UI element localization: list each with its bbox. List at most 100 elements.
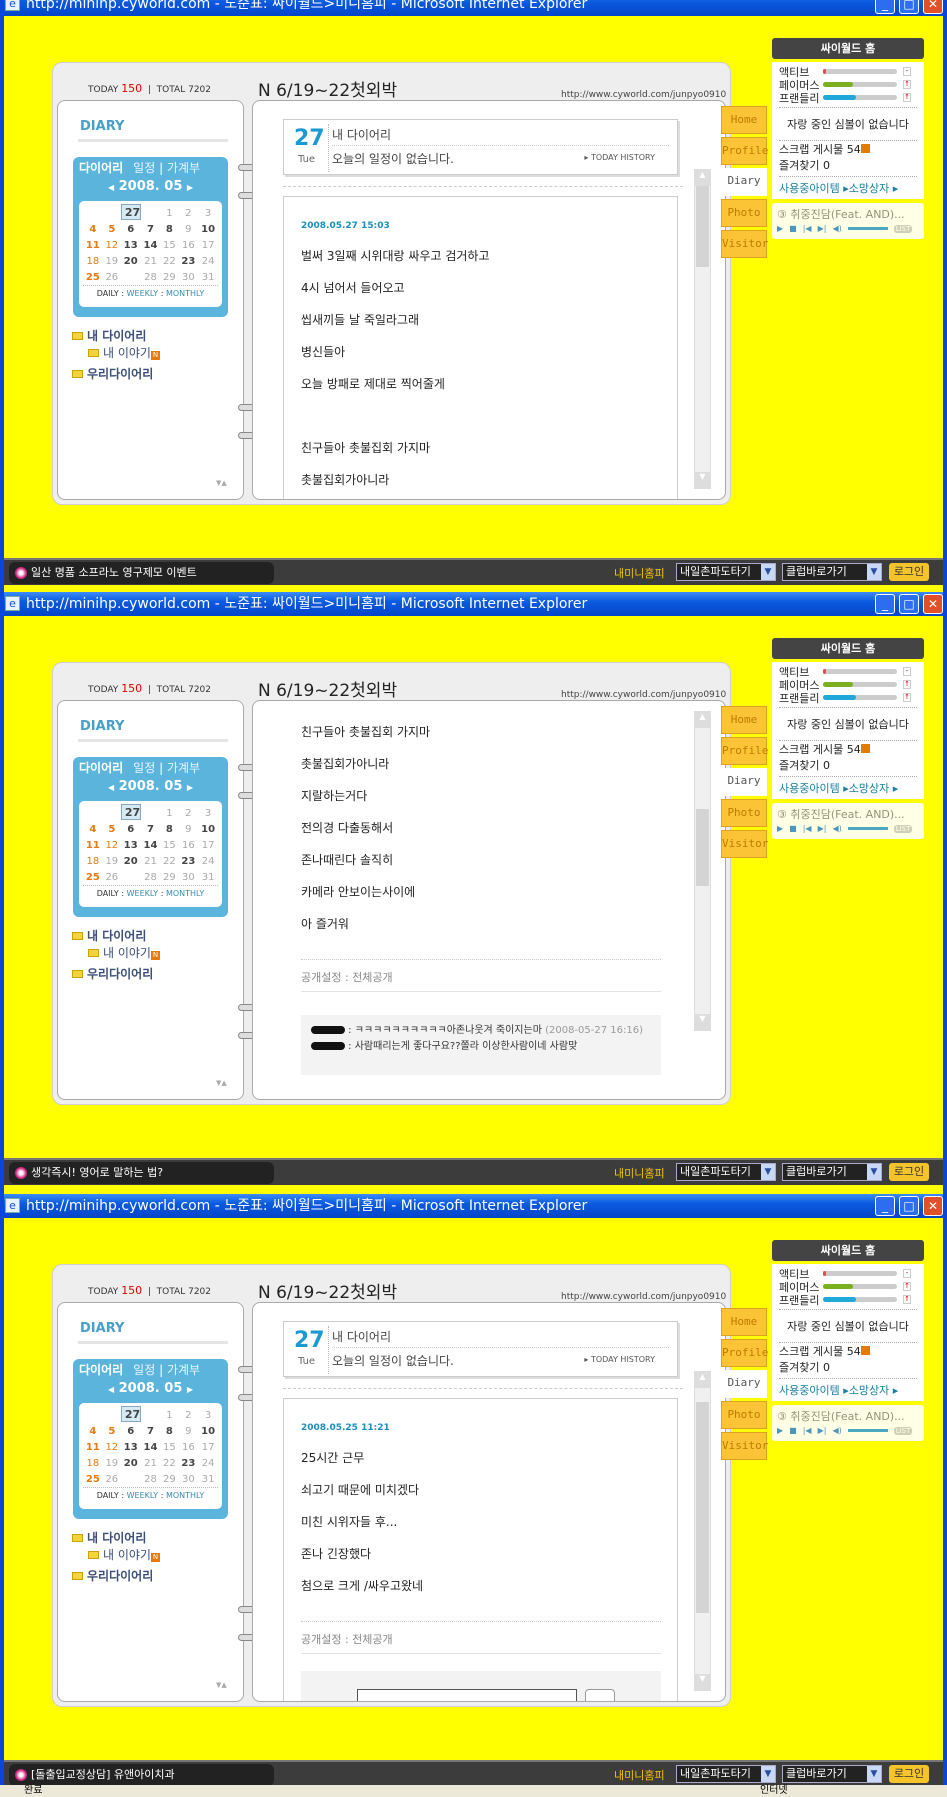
- club-select[interactable]: 클럽바로가기 ▼: [782, 1765, 882, 1783]
- calendar-day[interactable]: 19: [103, 253, 121, 269]
- ilchon-select[interactable]: 내일촌파도타기 ▼: [676, 1163, 776, 1181]
- calendar-day[interactable]: 21: [141, 1455, 161, 1471]
- items-link[interactable]: 사용중아이템 ▸소망상자 ▸: [779, 776, 917, 796]
- stop-icon[interactable]: ■: [789, 1426, 797, 1435]
- calendar-day[interactable]: 19: [103, 1455, 121, 1471]
- tab-visitor[interactable]: Visitor: [721, 1432, 768, 1460]
- tab-photo[interactable]: Photo: [721, 799, 767, 827]
- homepage-url[interactable]: http://www.cyworld.com/junpyo0910: [561, 1292, 726, 1302]
- scroll-down-icon[interactable]: ▼▲: [216, 479, 227, 487]
- prev-month-icon[interactable]: ◀: [108, 783, 114, 792]
- next-month-icon[interactable]: ▶: [187, 183, 193, 192]
- calendar-day[interactable]: 15: [160, 1439, 178, 1455]
- folder-my-story[interactable]: 내 이야기 N: [72, 944, 160, 961]
- scrollbar[interactable]: ▲ ▼: [694, 169, 711, 489]
- calendar-day[interactable]: 27: [120, 1406, 142, 1422]
- calendar-day[interactable]: 10: [198, 1423, 218, 1439]
- cyworld-home-button[interactable]: 싸이월드 홈: [772, 638, 924, 659]
- calendar-day[interactable]: 22: [160, 853, 178, 869]
- calendar-tab-diary[interactable]: 다이어리: [79, 761, 123, 775]
- mode-monthly[interactable]: MONTHLY: [166, 289, 204, 298]
- calendar-day[interactable]: 2: [178, 805, 198, 821]
- calendar-tab-diary[interactable]: 다이어리: [79, 1363, 123, 1377]
- calendar-day[interactable]: 15: [160, 837, 178, 853]
- today-history-link[interactable]: ▸ TODAY HISTORY: [584, 1355, 655, 1364]
- calendar-day[interactable]: 10: [198, 821, 218, 837]
- calendar-day[interactable]: 21: [141, 853, 161, 869]
- calendar-day[interactable]: 6: [121, 1423, 141, 1439]
- next-icon[interactable]: ▶|: [818, 224, 827, 233]
- items-link[interactable]: 사용중아이템 ▸소망상자 ▸: [779, 176, 917, 196]
- scroll-down-icon[interactable]: ▼▲: [216, 1079, 227, 1087]
- calendar-day[interactable]: 17: [198, 837, 218, 853]
- calendar-day[interactable]: 27: [120, 804, 142, 820]
- calendar-day[interactable]: 30: [178, 869, 198, 885]
- scroll-up-icon[interactable]: ▲: [695, 170, 710, 186]
- calendar-day[interactable]: 6: [121, 821, 141, 837]
- ad-banner[interactable]: [돌출입교정상담] 유앤아이치과: [9, 1764, 274, 1786]
- homepage-url[interactable]: http://www.cyworld.com/junpyo0910: [561, 690, 726, 700]
- calendar-day[interactable]: 4: [83, 221, 103, 237]
- folder-our-diary[interactable]: 우리다이어리: [72, 965, 160, 982]
- calendar-tab-budget[interactable]: 가계부: [167, 1363, 200, 1377]
- calendar-day[interactable]: 8: [160, 821, 178, 837]
- scrap-count-row[interactable]: 스크랩 게시물 54: [779, 141, 917, 157]
- calendar-day[interactable]: 1: [160, 205, 178, 221]
- playlist-button[interactable]: LIST: [893, 824, 913, 833]
- tab-profile[interactable]: Profile: [721, 137, 768, 165]
- mode-daily[interactable]: DAILY: [97, 889, 119, 898]
- folder-my-diary[interactable]: 내 다이어리: [72, 1529, 160, 1546]
- calendar-day[interactable]: 9: [178, 821, 198, 837]
- folder-our-diary[interactable]: 우리다이어리: [72, 1567, 160, 1584]
- ilchon-select[interactable]: 내일촌파도타기 ▼: [676, 1765, 776, 1783]
- next-month-icon[interactable]: ▶: [187, 1385, 193, 1394]
- favorites-row[interactable]: 즐겨찾기 0: [779, 757, 917, 773]
- calendar-day[interactable]: 19: [103, 853, 121, 869]
- calendar-day[interactable]: 8: [160, 221, 178, 237]
- scroll-up-icon[interactable]: ▲: [695, 712, 710, 728]
- my-minihompy-link[interactable]: 내미니홈피: [614, 565, 665, 581]
- calendar-day[interactable]: 22: [160, 1455, 178, 1471]
- calendar-day[interactable]: 11: [83, 1439, 103, 1455]
- calendar-tab-diary[interactable]: 다이어리: [79, 161, 123, 175]
- calendar-day[interactable]: 6: [121, 221, 141, 237]
- calendar-day[interactable]: 5: [103, 1423, 121, 1439]
- tab-home[interactable]: Home: [721, 706, 767, 734]
- tab-photo[interactable]: Photo: [721, 199, 767, 227]
- login-button[interactable]: 로그인: [889, 1163, 929, 1181]
- scrollbar[interactable]: ▲ ▼: [694, 711, 711, 1031]
- folder-my-diary[interactable]: 내 다이어리: [72, 327, 160, 344]
- calendar-day[interactable]: 30: [178, 1471, 198, 1487]
- ad-banner[interactable]: 일산 명품 소프라노 영구제모 이벤트: [9, 562, 274, 584]
- club-select[interactable]: 클럽바로가기 ▼: [782, 1163, 882, 1181]
- mode-weekly[interactable]: WEEKLY: [127, 889, 159, 898]
- calendar-tab-budget[interactable]: 가계부: [167, 161, 200, 175]
- prev-icon[interactable]: |◀: [803, 224, 812, 233]
- mode-weekly[interactable]: WEEKLY: [127, 289, 159, 298]
- tab-visitor[interactable]: Visitor: [721, 830, 768, 858]
- calendar-day[interactable]: 13: [121, 837, 141, 853]
- tab-diary[interactable]: Diary: [721, 1370, 767, 1398]
- play-icon[interactable]: ▶: [777, 224, 783, 233]
- calendar-tab-schedule[interactable]: 일정: [133, 761, 155, 775]
- calendar-day[interactable]: 22: [160, 253, 178, 269]
- calendar-day[interactable]: 2: [178, 205, 198, 221]
- prev-icon[interactable]: |◀: [803, 824, 812, 833]
- calendar-day[interactable]: 1: [160, 805, 178, 821]
- calendar-day[interactable]: 11: [83, 837, 103, 853]
- favorites-row[interactable]: 즐겨찾기 0: [779, 157, 917, 173]
- calendar-day[interactable]: 7: [141, 821, 161, 837]
- mode-daily[interactable]: DAILY: [97, 289, 119, 298]
- calendar-day[interactable]: 8: [160, 1423, 178, 1439]
- calendar-day[interactable]: 28: [141, 1471, 161, 1487]
- volume-slider[interactable]: [847, 827, 888, 830]
- scroll-down-icon[interactable]: ▼: [695, 472, 710, 488]
- calendar-day[interactable]: 20: [121, 1455, 141, 1471]
- prev-icon[interactable]: |◀: [803, 1426, 812, 1435]
- calendar-day[interactable]: 18: [83, 253, 103, 269]
- maximize-button[interactable]: □: [899, 0, 919, 14]
- items-link[interactable]: 사용중아이템 ▸소망상자 ▸: [779, 1378, 917, 1398]
- calendar-day[interactable]: 21: [141, 253, 161, 269]
- scroll-thumb[interactable]: [696, 1402, 709, 1613]
- minimize-button[interactable]: _: [875, 1196, 895, 1216]
